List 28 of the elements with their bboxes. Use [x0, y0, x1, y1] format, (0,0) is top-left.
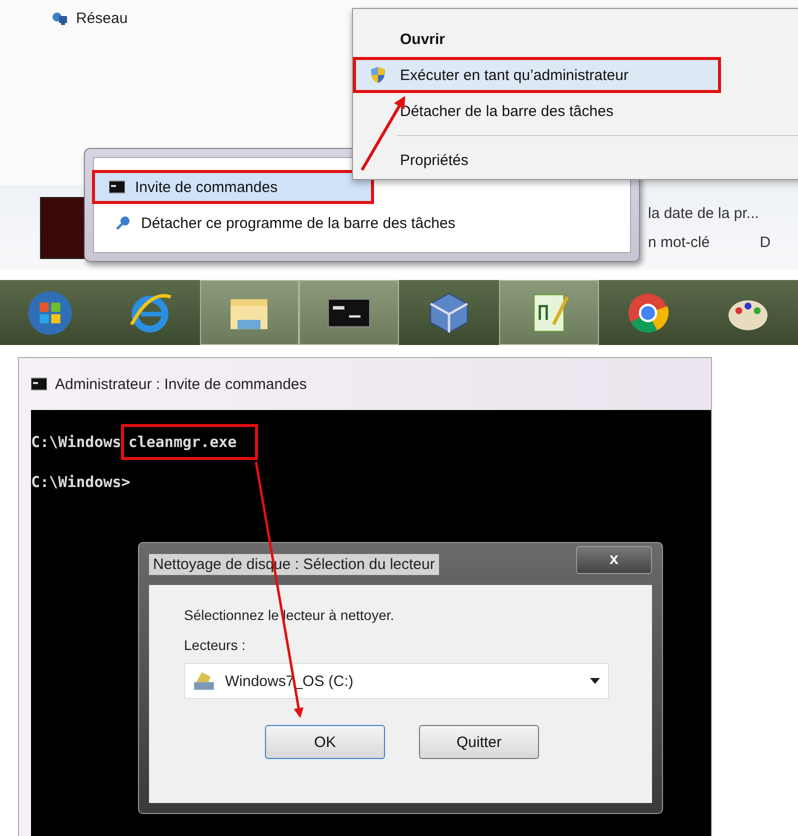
menu-item[interactable]: Exécuter en tant qu’administrateur	[353, 57, 721, 93]
jump-list-item[interactable]: Détacher ce programme de la barre des tâches	[98, 206, 626, 240]
dialog-button[interactable]: OK	[265, 725, 385, 759]
menu-item[interactable]: Ouvrir	[353, 21, 798, 57]
item-description: la date de la pr...	[648, 204, 760, 222]
terminal-icon	[109, 179, 125, 195]
item-description: D	[760, 234, 771, 250]
instruction-text: Sélectionnez le lecteur à nettoyer.	[184, 607, 396, 623]
shield-icon	[370, 67, 386, 83]
jump-list-item[interactable]: Invite de commandes	[92, 170, 374, 204]
item-description: n mot-clé	[648, 234, 710, 250]
network-icon	[52, 10, 68, 26]
console-command: cleanmgr.exe	[121, 424, 258, 460]
network-label[interactable]: Réseau	[76, 10, 128, 27]
menu-item[interactable]: Détacher de la barre des tâches	[353, 93, 798, 129]
pin-icon	[115, 215, 131, 231]
console-prompt: C:\Windows	[31, 433, 122, 451]
taskbar-button[interactable]	[498, 280, 598, 345]
caret-icon	[590, 678, 600, 684]
taskbar-button[interactable]	[299, 280, 399, 345]
windows-orb-icon	[26, 290, 73, 336]
console-prompt: C:\Windows>	[31, 473, 130, 491]
window-title: Administrateur : Invite de commandes	[55, 376, 307, 392]
drive-icon	[193, 670, 215, 692]
close-button[interactable]: x	[576, 546, 652, 574]
drives-label: Lecteurs :	[184, 637, 246, 653]
terminal-icon	[31, 376, 47, 392]
dialog-button[interactable]: Quitter	[419, 725, 539, 759]
